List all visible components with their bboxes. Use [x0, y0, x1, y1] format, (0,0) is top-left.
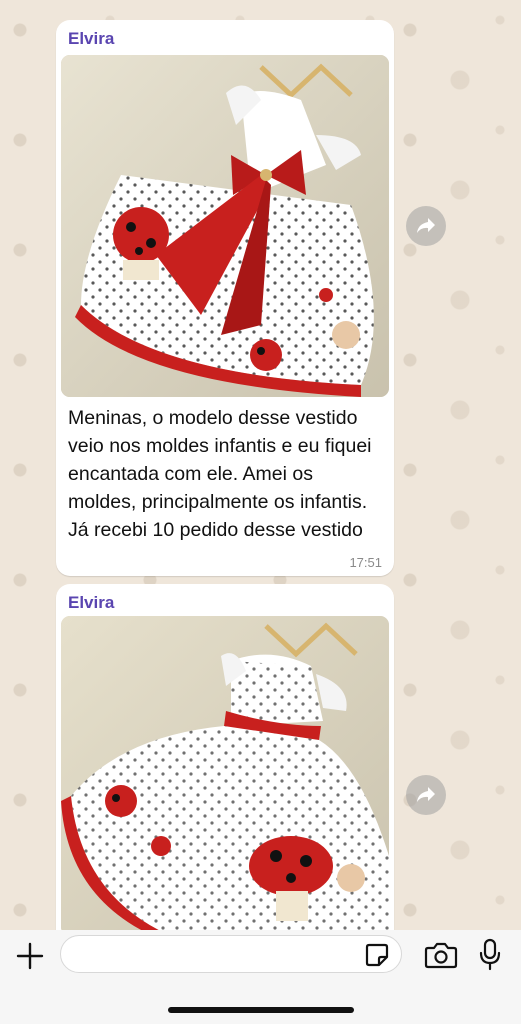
home-indicator [168, 1007, 354, 1013]
microphone-button[interactable] [478, 938, 502, 972]
microphone-icon [479, 938, 501, 971]
sender-name: Elvira [68, 29, 115, 48]
message-time: 17:51 [349, 555, 382, 570]
forward-button[interactable] [406, 775, 446, 815]
sender-name: Elvira [68, 593, 115, 612]
message-photo[interactable] [61, 616, 389, 930]
message-bubble[interactable]: Elvira [56, 20, 394, 576]
message-text: Meninas, o modelo desse vestido veio nos… [68, 407, 372, 541]
forward-icon [417, 787, 435, 802]
message-photo[interactable] [61, 55, 389, 397]
sticker-button[interactable] [364, 942, 390, 968]
camera-button[interactable] [424, 940, 458, 970]
chat-area[interactable]: Elvira Meninas, o modelo desse vestido v… [0, 0, 521, 930]
forward-icon [417, 218, 435, 233]
forward-button[interactable] [406, 206, 446, 246]
top-fade [0, 0, 521, 18]
plus-icon [16, 942, 44, 970]
attach-button[interactable] [14, 940, 46, 972]
sticker-icon [365, 943, 389, 967]
dress-photo-sash [61, 616, 389, 930]
dress-photo-bow [61, 55, 389, 397]
message-bubble[interactable]: Elvira [56, 584, 394, 930]
message-input[interactable] [60, 935, 402, 973]
camera-icon [424, 942, 458, 969]
